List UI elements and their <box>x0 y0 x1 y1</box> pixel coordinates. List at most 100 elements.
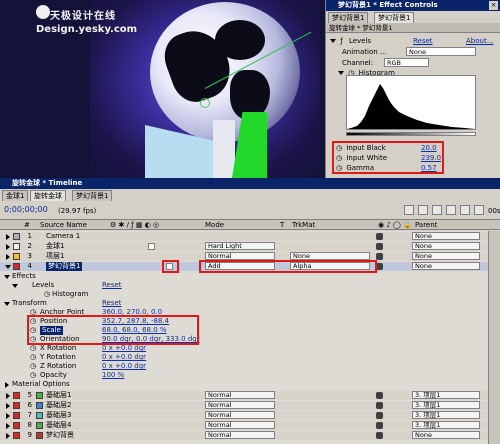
prop-value[interactable]: 0 x +0.0 dgr <box>102 362 146 371</box>
animation-presets-select[interactable]: None <box>406 47 476 56</box>
blend-mode-select[interactable]: Normal <box>205 391 275 399</box>
parent-select[interactable]: None <box>412 431 480 439</box>
blend-mode-select[interactable]: Normal <box>205 252 275 260</box>
layer-row[interactable]: 7 基础层3 Normal 3. 项层1 <box>0 411 500 420</box>
layer-name[interactable]: 基础层3 <box>46 411 71 420</box>
parent-select[interactable]: 3. 项层1 <box>412 411 480 419</box>
layer-row[interactable]: 6 基础层2 Normal 3. 项层1 <box>0 401 500 410</box>
layer-row[interactable]: 9 梦幻背景 Normal None <box>0 431 500 440</box>
layer-row[interactable]: 5 基础层1 Normal 3. 项层1 <box>0 391 500 400</box>
eye-icon[interactable] <box>376 263 383 270</box>
comp-flowchart-icon[interactable] <box>404 205 414 215</box>
material-options-row[interactable]: Material Options <box>0 380 500 389</box>
parent-select[interactable]: None <box>412 242 480 250</box>
tab-comp-rotate-globe[interactable]: 旋转金球 <box>30 190 66 201</box>
parent-select[interactable]: None <box>412 232 480 240</box>
frame-blending-icon[interactable] <box>446 205 456 215</box>
expand-arrow-icon[interactable] <box>6 423 10 429</box>
label-color-swatch[interactable] <box>13 392 20 399</box>
tab-comp-dream-bg[interactable]: 梦幻背景1 <box>72 190 113 201</box>
transform-prop-row[interactable]: ◷ Opacity 100 % <box>0 371 500 380</box>
prop-value[interactable]: 100 % <box>102 371 124 380</box>
label-color-swatch[interactable] <box>13 253 20 260</box>
tab-effect-controls[interactable]: 梦幻背景1 <box>374 12 415 23</box>
label-color-swatch[interactable] <box>13 422 20 429</box>
expand-arrow-icon[interactable] <box>5 382 9 388</box>
expand-arrow-icon[interactable] <box>6 433 10 439</box>
collapse-arrow-icon[interactable] <box>4 302 10 306</box>
layer-name[interactable]: 基础层4 <box>46 421 71 430</box>
expand-arrow-icon[interactable] <box>6 393 10 399</box>
eye-icon[interactable] <box>376 412 383 419</box>
collapse-arrow-icon[interactable] <box>5 265 11 269</box>
eye-icon[interactable] <box>376 233 383 240</box>
layer-name[interactable]: 项层1 <box>46 252 64 261</box>
label-color-swatch[interactable] <box>13 402 20 409</box>
eye-icon[interactable] <box>376 243 383 250</box>
histogram-graph[interactable] <box>346 75 476 130</box>
graph-editor-icon[interactable] <box>474 205 484 215</box>
levels-about-link[interactable]: About... <box>466 36 493 46</box>
eye-icon[interactable] <box>376 392 383 399</box>
collapse-arrow-icon[interactable] <box>4 275 10 279</box>
transform-prop-row[interactable]: ◷ Y Rotation 0 x +0.0 dgr <box>0 353 500 362</box>
expand-arrow-icon[interactable] <box>6 244 10 250</box>
parent-header[interactable]: Parent <box>415 220 437 230</box>
transform-reset-link[interactable]: Reset <box>102 299 122 308</box>
mode-header[interactable]: Mode <box>205 220 224 230</box>
layer-name[interactable]: 梦幻背景1 <box>46 262 83 271</box>
stopwatch-icon[interactable]: ◷ <box>30 362 36 371</box>
parent-select[interactable]: None <box>412 262 480 270</box>
parent-select[interactable]: 3. 项层1 <box>412 401 480 409</box>
eye-icon[interactable] <box>376 402 383 409</box>
motion-blur-icon[interactable] <box>460 205 470 215</box>
blend-mode-select[interactable]: Normal <box>205 411 275 419</box>
parent-select[interactable]: 3. 项层1 <box>412 421 480 429</box>
blend-mode-select[interactable]: Normal <box>205 421 275 429</box>
channel-select[interactable]: RGB <box>384 58 429 67</box>
eye-icon[interactable] <box>376 432 383 439</box>
tab-layer[interactable]: 梦幻背景1 <box>328 12 369 23</box>
layer-row[interactable]: 2 金球1 Hard Light None <box>0 242 500 251</box>
levels-reset-link[interactable]: Reset <box>413 36 433 46</box>
current-time-display[interactable]: 0;00;00;00 <box>4 205 48 214</box>
shy-layers-icon[interactable] <box>432 205 442 215</box>
eye-icon[interactable] <box>376 422 383 429</box>
transform-prop-row[interactable]: ◷ X Rotation 0 x +0.0 dgr <box>0 344 500 353</box>
layer-row[interactable]: 8 基础层4 Normal 3. 项层1 <box>0 421 500 430</box>
stopwatch-icon[interactable]: ◷ <box>30 344 36 353</box>
stopwatch-icon[interactable]: ◷ <box>44 290 50 299</box>
expand-arrow-icon[interactable] <box>6 254 10 260</box>
label-color-swatch[interactable] <box>13 233 20 240</box>
parent-select[interactable]: None <box>412 252 480 260</box>
transform-prop-row[interactable]: ◷ Z Rotation 0 x +0.0 dgr <box>0 362 500 371</box>
composition-viewport[interactable]: 天极设计在线 Design.yesky.com <box>0 0 325 178</box>
vertical-scrollbar[interactable] <box>488 231 500 444</box>
expand-arrow-icon[interactable] <box>6 413 10 419</box>
blend-mode-select[interactable]: Normal <box>205 431 275 439</box>
parent-select[interactable]: 3. 项层1 <box>412 391 480 399</box>
collapse-arrow-icon[interactable] <box>12 284 18 288</box>
layer-name[interactable]: Camera 1 <box>46 232 80 241</box>
label-color-swatch[interactable] <box>13 432 20 439</box>
eye-icon[interactable] <box>376 253 383 260</box>
fx-icon[interactable]: ƒ <box>340 37 342 45</box>
expand-arrow-icon[interactable] <box>6 403 10 409</box>
blend-mode-select[interactable]: Hard Light <box>205 242 275 250</box>
layer-name[interactable]: 梦幻背景 <box>46 431 74 440</box>
histogram-prop-row[interactable]: ◷ Histogram <box>0 290 500 299</box>
levels-reset-link[interactable]: Reset <box>102 281 122 290</box>
draft-3d-icon[interactable] <box>418 205 428 215</box>
trkmat-select[interactable]: None <box>290 252 370 260</box>
layer-name[interactable]: 基础层2 <box>46 401 71 410</box>
layer-name[interactable]: 基础层1 <box>46 391 71 400</box>
levels-effect-row[interactable]: Levels Reset <box>0 281 500 290</box>
label-color-swatch[interactable] <box>13 243 20 250</box>
expand-arrow-icon[interactable] <box>6 234 10 240</box>
blend-mode-select[interactable]: Normal <box>205 401 275 409</box>
prop-value[interactable]: 0 x +0.0 dgr <box>102 353 146 362</box>
label-color-swatch[interactable] <box>13 412 20 419</box>
t-header[interactable]: T <box>280 220 284 230</box>
source-name-header[interactable]: Source Name <box>40 220 87 230</box>
trkmat-header[interactable]: TrkMat <box>292 220 315 230</box>
